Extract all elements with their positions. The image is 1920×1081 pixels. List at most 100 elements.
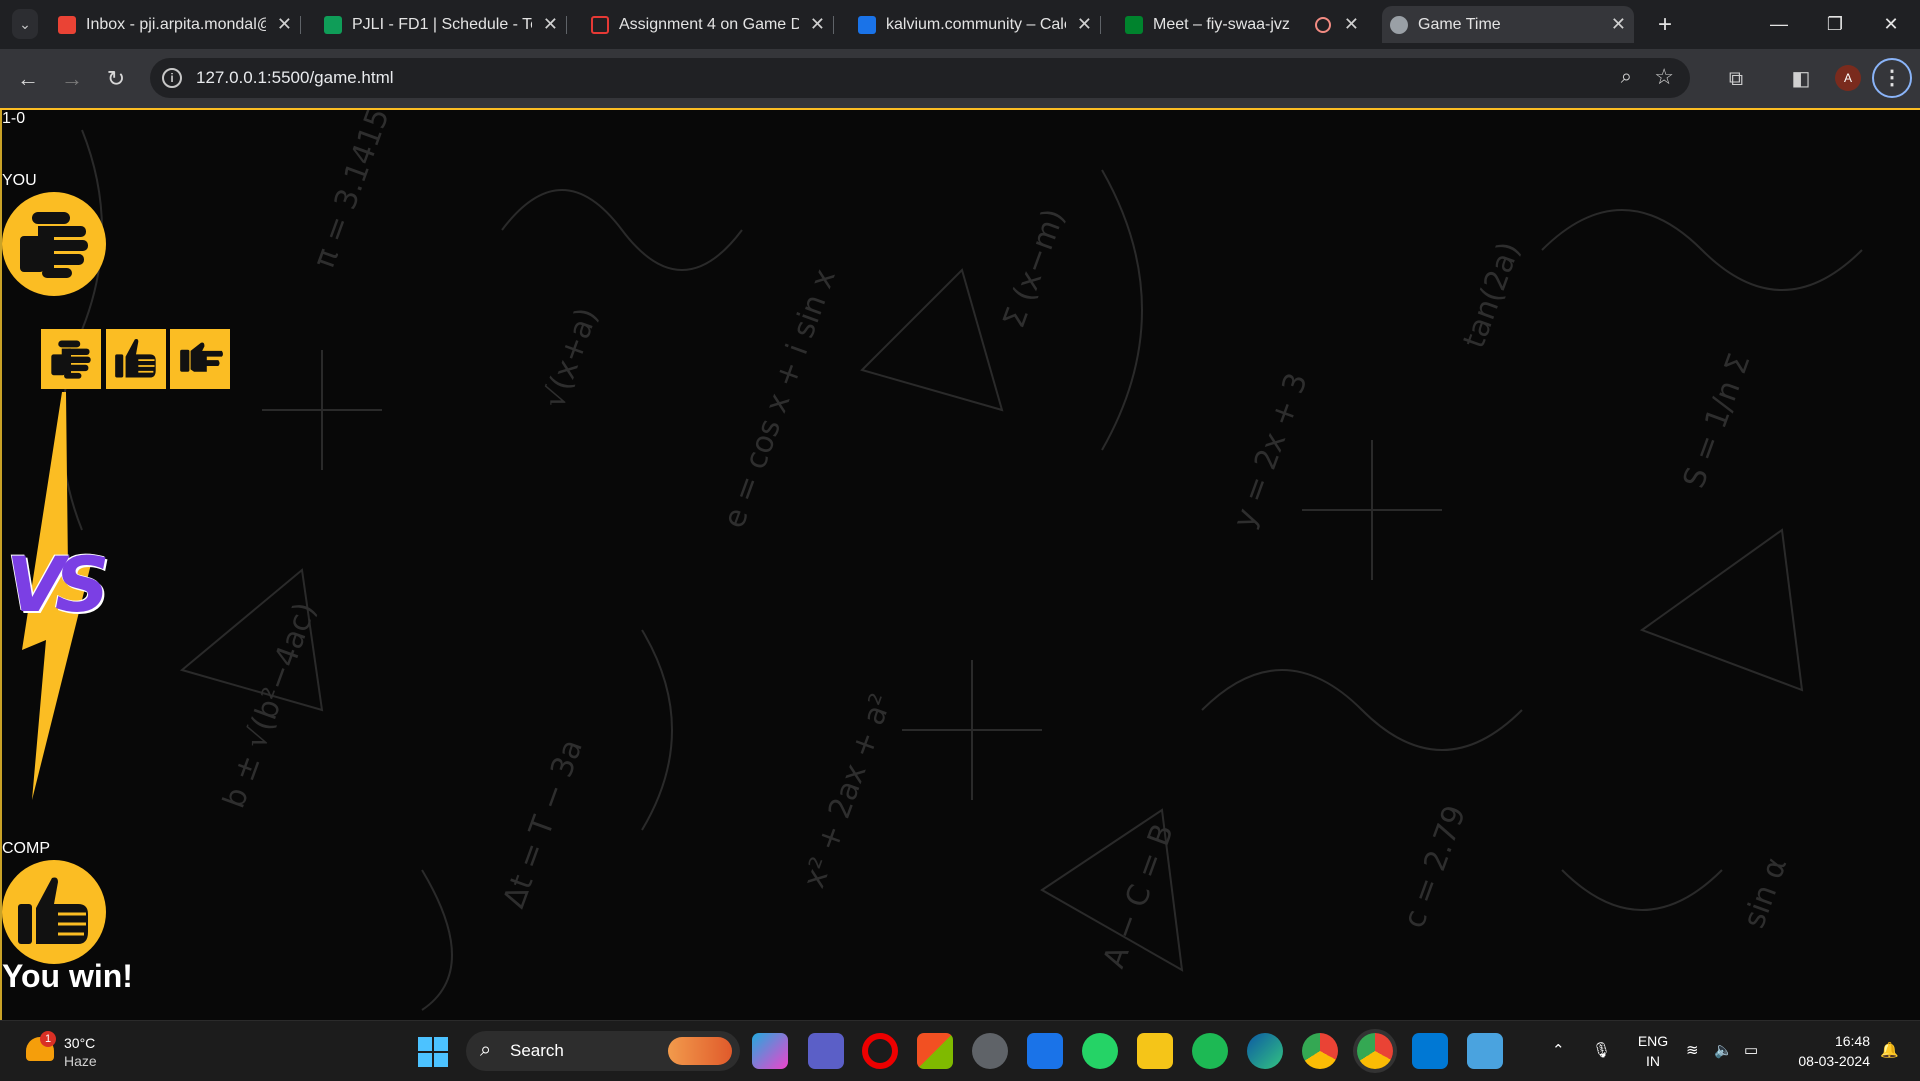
notifications-icon[interactable]: 🔔 (1880, 1021, 1899, 1081)
app-window-icon[interactable] (1027, 1033, 1063, 1069)
bookmark-star-icon[interactable]: ☆ (1654, 64, 1674, 90)
opera-icon[interactable] (862, 1033, 898, 1069)
computer-label: COMP (2, 840, 50, 857)
chrome-icon[interactable] (1302, 1033, 1338, 1069)
microphone-icon[interactable]: 🎙 (1592, 1021, 1611, 1081)
paper-hand-icon (51, 340, 91, 379)
copilot-icon[interactable] (752, 1033, 788, 1069)
back-button[interactable]: ← (12, 63, 44, 95)
taskbar-search[interactable]: ⌕ Search (466, 1031, 740, 1071)
weather-temperature: 30°C (64, 1035, 96, 1051)
site-info-icon[interactable]: i (162, 68, 182, 88)
scissors-hand-icon (180, 342, 223, 372)
teams-icon[interactable] (808, 1033, 844, 1069)
notepad-icon[interactable] (1467, 1033, 1503, 1069)
svg-text:c = 2.79: c = 2.79 (1397, 801, 1473, 933)
reload-button[interactable]: ↻ (100, 63, 132, 95)
side-panel-icon[interactable]: ◧ (1785, 63, 1817, 95)
edge-icon[interactable] (1247, 1033, 1283, 1069)
tab-meet[interactable]: Meet – fiy-swaa-jvz ✕ (1117, 6, 1367, 43)
tab-label: Meet – fiy-swaa-jvz (1153, 16, 1290, 33)
close-icon[interactable]: ✕ (543, 6, 558, 43)
scissors-choice-button[interactable] (170, 329, 230, 389)
start-button[interactable] (418, 1037, 448, 1067)
svg-text:S = 1/n Σ: S = 1/n Σ (1677, 349, 1758, 492)
chalkboard-background: π = 3.1415 √(x+a) e = cos x + i sin x Σ … (61, 110, 1863, 1011)
svg-text:A − C = B: A − C = B (1097, 819, 1181, 972)
score-text: 1-0 (2, 110, 26, 127)
notification-badge: 1 (40, 1031, 56, 1047)
close-window-button[interactable]: ✕ (1862, 0, 1920, 49)
tab-calendar[interactable]: kalvium.community – Caler ✕ (850, 6, 1101, 43)
search-highlight-icon (668, 1037, 732, 1065)
svg-text:e = cos x + i sin x: e = cos x + i sin x (717, 264, 843, 532)
tab-label: Inbox - pji.arpita.mondal@ (86, 16, 266, 33)
svg-text:tan(2a): tan(2a) (1457, 237, 1528, 352)
svg-text:√(x+a): √(x+a) (537, 303, 605, 413)
weather-widget[interactable]: 1 30°C Haze (22, 1031, 142, 1073)
chrome-active-icon[interactable] (1357, 1033, 1393, 1069)
spotify-icon[interactable] (1192, 1033, 1228, 1069)
svg-text:x² + 2ax + a²: x² + 2ax + a² (797, 689, 900, 893)
whatsapp-icon[interactable] (1082, 1033, 1118, 1069)
tab-game-time[interactable]: Game Time ✕ (1382, 6, 1634, 43)
sheets-icon (324, 16, 342, 34)
tray-overflow-icon[interactable]: ⌃ (1552, 1021, 1565, 1081)
store-icon[interactable] (917, 1033, 953, 1069)
tab-label: kalvium.community – Caler (886, 16, 1066, 33)
tab-search-button[interactable]: ⌄ (12, 9, 38, 39)
settings-gear-icon[interactable] (972, 1033, 1008, 1069)
volume-icon[interactable]: 🔈 (1714, 1021, 1733, 1081)
wifi-icon[interactable]: ≋ (1686, 1021, 1699, 1081)
close-icon[interactable]: ✕ (810, 6, 825, 43)
meet-icon (1125, 16, 1143, 34)
vscode-icon[interactable] (1412, 1033, 1448, 1069)
paper-hand-icon (20, 212, 88, 278)
close-icon[interactable]: ✕ (1344, 6, 1359, 43)
windows-taskbar: 1 30°C Haze ⌕ Search ⌃ 🎙 ENG IN ≋ 🔈 ▭ 16… (0, 1020, 1920, 1081)
tab-schedule[interactable]: PJLI - FD1 | Schedule - Tech ✕ (316, 6, 567, 43)
clock-date: 08-03-2024 (1798, 1053, 1870, 1069)
tab-inbox[interactable]: Inbox - pji.arpita.mondal@ ✕ (50, 6, 301, 43)
player-label: YOU (2, 172, 37, 189)
svg-text:π = 3.1415: π = 3.1415 (307, 110, 397, 273)
url-text: 127.0.0.1:5500/game.html (196, 68, 394, 87)
tab-label: Assignment 4 on Game De (619, 16, 799, 33)
profile-avatar[interactable]: A (1835, 65, 1861, 91)
result-text: You win! (2, 958, 133, 994)
region-code: IN (1646, 1053, 1660, 1069)
rock-fist-icon (115, 339, 156, 378)
tab-label: Game Time (1418, 16, 1501, 33)
svg-text:sin α: sin α (1737, 853, 1795, 933)
close-icon[interactable]: ✕ (277, 6, 292, 43)
system-clock[interactable]: 16:48 08-03-2024 (1780, 1031, 1870, 1071)
weather-condition: Haze (64, 1053, 97, 1069)
file-explorer-icon[interactable] (1137, 1033, 1173, 1069)
svg-text:Δt = T − 3a: Δt = T − 3a (497, 735, 590, 913)
restore-button[interactable]: ❐ (1806, 0, 1864, 49)
rock-choice-button[interactable] (106, 329, 166, 389)
search-label: Search (510, 1041, 564, 1060)
language-indicator[interactable]: ENG IN (1636, 1031, 1670, 1071)
language-code: ENG (1637, 1033, 1669, 1049)
tab-bar: ⌄ Inbox - pji.arpita.mondal@ ✕ PJLI - FD… (0, 0, 1920, 49)
browser-menu-button[interactable]: ⋮ (1872, 58, 1912, 98)
close-icon[interactable]: ✕ (1611, 6, 1626, 43)
gmail-icon (58, 16, 76, 34)
globe-icon (1390, 16, 1408, 34)
paper-choice-button[interactable] (41, 329, 101, 389)
close-icon[interactable]: ✕ (1077, 6, 1092, 43)
extensions-icon[interactable]: ⧉ (1720, 63, 1752, 95)
tab-assignment[interactable]: Assignment 4 on Game De ✕ (583, 6, 834, 43)
tab-label: PJLI - FD1 | Schedule - Tech (352, 16, 532, 33)
new-tab-button[interactable]: + (1650, 6, 1680, 43)
calendar-icon (858, 16, 876, 34)
kalvium-icon (591, 16, 609, 34)
minimize-button[interactable]: — (1750, 0, 1808, 49)
clock-time: 16:48 (1834, 1033, 1870, 1049)
address-bar[interactable]: i 127.0.0.1:5500/game.html ⌕ ☆ (150, 58, 1690, 98)
zoom-icon[interactable]: ⌕ (1621, 66, 1632, 89)
game-page: π = 3.1415 √(x+a) e = cos x + i sin x Σ … (0, 110, 1920, 1020)
battery-icon[interactable]: ▭ (1744, 1021, 1758, 1081)
forward-button[interactable]: → (56, 63, 88, 95)
